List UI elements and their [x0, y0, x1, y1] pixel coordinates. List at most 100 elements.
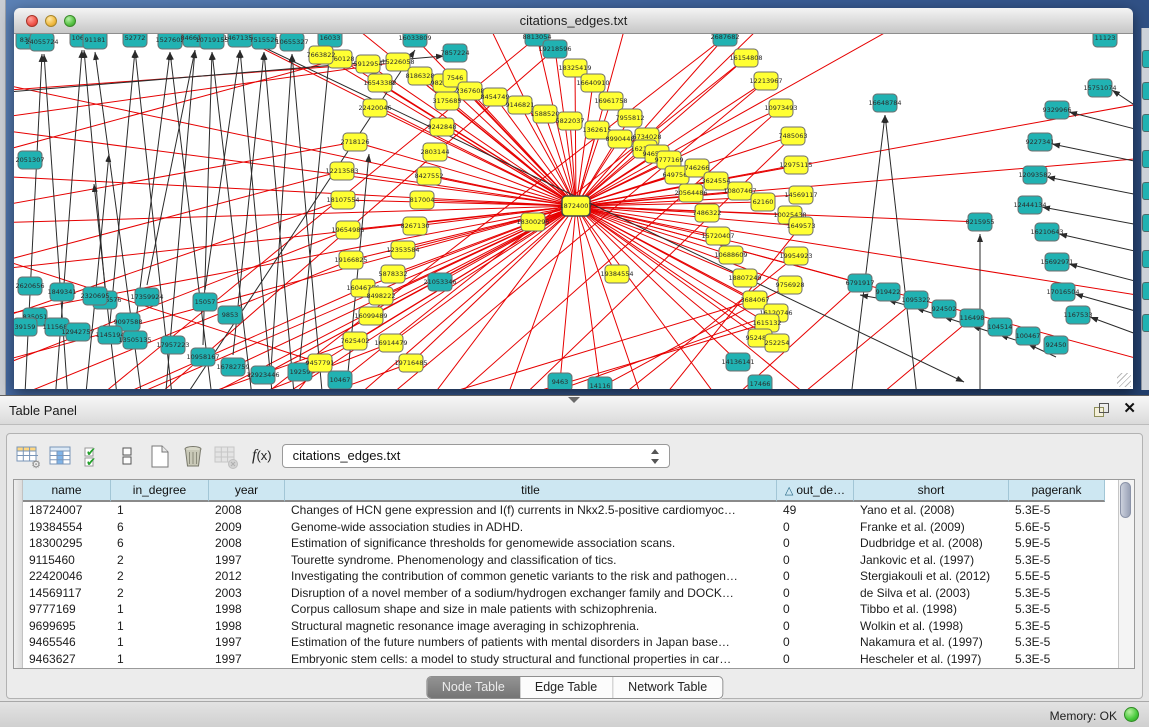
- table-cell[interactable]: 9777169: [23, 601, 111, 618]
- table-cell[interactable]: 5.5E-5: [1009, 568, 1105, 585]
- table-row[interactable]: 1938455462009Genome-wide association stu…: [23, 519, 1105, 536]
- table-row[interactable]: 946362711997Embryonic stem cells: a mode…: [23, 651, 1105, 668]
- table-row[interactable]: 2242004622012Investigating the contribut…: [23, 568, 1105, 585]
- column-header-pagerank[interactable]: pagerank: [1009, 480, 1105, 502]
- table-cell[interactable]: 9463627: [23, 651, 111, 668]
- table-row[interactable]: 969969511998Structural magnetic resonanc…: [23, 618, 1105, 635]
- table-cell[interactable]: 22420046: [23, 568, 111, 585]
- table-row[interactable]: 1872400712008Changes of HCN gene express…: [23, 502, 1105, 519]
- function-builder-button[interactable]: f(x): [252, 447, 272, 465]
- resize-grip[interactable]: [1117, 373, 1131, 387]
- tab-edge-table[interactable]: Edge Table: [520, 677, 612, 698]
- table-cell[interactable]: 5.3E-5: [1009, 585, 1105, 602]
- column-header-year[interactable]: year: [209, 480, 285, 502]
- select-columns-button[interactable]: ✔✔: [81, 443, 107, 469]
- table-cell[interactable]: 0: [777, 651, 854, 668]
- table-cell[interactable]: 1998: [209, 618, 285, 635]
- row-height-button[interactable]: [114, 443, 140, 469]
- table-cell[interactable]: Estimation of significance thresholds fo…: [285, 535, 777, 552]
- network-window[interactable]: citations_edges.txt 83502405572410655911…: [14, 8, 1133, 389]
- table-cell[interactable]: 5.9E-5: [1009, 535, 1105, 552]
- network-window-titlebar[interactable]: citations_edges.txt: [14, 8, 1133, 34]
- table-row[interactable]: 1456911722003Disruption of a novel membe…: [23, 585, 1105, 602]
- table-cell[interactable]: 14569117: [23, 585, 111, 602]
- table-cell[interactable]: 0: [777, 618, 854, 635]
- table-cell[interactable]: Franke et al. (2009): [854, 519, 1009, 536]
- table-cell[interactable]: 9115460: [23, 552, 111, 569]
- table-cell[interactable]: Changes of HCN gene expression and I(f) …: [285, 502, 777, 519]
- table-panel-header[interactable]: Table Panel ✕: [0, 396, 1149, 425]
- table-cell[interactable]: 5.6E-5: [1009, 519, 1105, 536]
- table-cell[interactable]: Stergiakouli et al. (2012): [854, 568, 1009, 585]
- table-cell[interactable]: 5.3E-5: [1009, 651, 1105, 668]
- table-settings-button[interactable]: ⚙: [15, 443, 41, 469]
- memory-status-indicator[interactable]: [1124, 707, 1139, 722]
- show-columns-button[interactable]: [48, 443, 74, 469]
- table-cell[interactable]: 19384554: [23, 519, 111, 536]
- column-header-title[interactable]: title: [285, 480, 777, 502]
- table-cell[interactable]: 1: [111, 618, 209, 635]
- table-cell[interactable]: Genome-wide association studies in ADHD.: [285, 519, 777, 536]
- table-cell[interactable]: 2008: [209, 535, 285, 552]
- table-cell[interactable]: 2: [111, 552, 209, 569]
- table-cell[interactable]: 1998: [209, 601, 285, 618]
- column-header-in-degree[interactable]: in_degree: [111, 480, 209, 502]
- table-cell[interactable]: 1: [111, 601, 209, 618]
- table-cell[interactable]: 5.3E-5: [1009, 634, 1105, 651]
- table-scrollbar-thumb[interactable]: [1120, 482, 1131, 518]
- table-cell[interactable]: Investigating the contribution of common…: [285, 568, 777, 585]
- table-cell[interactable]: 1997: [209, 552, 285, 569]
- table-cell[interactable]: 5.3E-5: [1009, 552, 1105, 569]
- table-cell[interactable]: 18724007: [23, 502, 111, 519]
- table-row[interactable]: 977716911998Corpus callosum shape and si…: [23, 601, 1105, 618]
- table-cell[interactable]: 2008: [209, 502, 285, 519]
- table-cell[interactable]: Tibbo et al. (1998): [854, 601, 1009, 618]
- table-cell[interactable]: 9465546: [23, 634, 111, 651]
- table-cell[interactable]: 5.3E-5: [1009, 502, 1105, 519]
- column-header-name[interactable]: name: [23, 480, 111, 502]
- table-cell[interactable]: 0: [777, 519, 854, 536]
- table-cell[interactable]: 0: [777, 568, 854, 585]
- tab-node-table[interactable]: Node Table: [427, 677, 520, 698]
- table-cell[interactable]: Yano et al. (2008): [854, 502, 1009, 519]
- table-cell[interactable]: 2: [111, 568, 209, 585]
- table-cell[interactable]: 2: [111, 585, 209, 602]
- splitter-handle[interactable]: [568, 397, 580, 403]
- table-select-dropdown[interactable]: citations_edges.txt: [282, 444, 670, 468]
- table-cell[interactable]: 1: [111, 651, 209, 668]
- table-cell[interactable]: Embryonic stem cells: a model to study s…: [285, 651, 777, 668]
- table-cell[interactable]: Corpus callosum shape and size in male p…: [285, 601, 777, 618]
- table-cell[interactable]: Jankovic et al. (1997): [854, 552, 1009, 569]
- table-row[interactable]: 1830029562008Estimation of significance …: [23, 535, 1105, 552]
- table-cell[interactable]: 49: [777, 502, 854, 519]
- float-panel-icon[interactable]: [1094, 403, 1109, 417]
- table-cell[interactable]: 0: [777, 535, 854, 552]
- network-canvas[interactable]: 8350240557241065591181527721527602846616…: [14, 34, 1133, 389]
- column-header-out-degree[interactable]: △out_de…: [777, 480, 854, 502]
- table-cell[interactable]: Wolkin et al. (1998): [854, 618, 1009, 635]
- table-cell[interactable]: Disruption of a novel member of a sodium…: [285, 585, 777, 602]
- column-header-short[interactable]: short: [854, 480, 1009, 502]
- table-cell[interactable]: 2003: [209, 585, 285, 602]
- table-scrollbar[interactable]: [1118, 480, 1134, 668]
- new-table-button[interactable]: [147, 443, 173, 469]
- table-cell[interactable]: Nakamura et al. (1997): [854, 634, 1009, 651]
- table-cell[interactable]: 6: [111, 519, 209, 536]
- table-cell[interactable]: 5.3E-5: [1009, 618, 1105, 635]
- table-cell[interactable]: 0: [777, 585, 854, 602]
- table-cell[interactable]: 2009: [209, 519, 285, 536]
- table-cell[interactable]: 18300295: [23, 535, 111, 552]
- table-cell[interactable]: Dudbridge et al. (2008): [854, 535, 1009, 552]
- close-panel-icon[interactable]: ✕: [1123, 401, 1136, 417]
- table-cell[interactable]: 0: [777, 601, 854, 618]
- table-row[interactable]: 911546021997Tourette syndrome. Phenomeno…: [23, 552, 1105, 569]
- tab-network-table[interactable]: Network Table: [612, 677, 722, 698]
- table-cell[interactable]: Estimation of the future numbers of pati…: [285, 634, 777, 651]
- table-cell[interactable]: Hescheler et al. (1997): [854, 651, 1009, 668]
- table-cell[interactable]: 2012: [209, 568, 285, 585]
- table-cell[interactable]: 1: [111, 502, 209, 519]
- table-cell[interactable]: de Silva et al. (2003): [854, 585, 1009, 602]
- table-cell[interactable]: 9699695: [23, 618, 111, 635]
- table-cell[interactable]: 1997: [209, 651, 285, 668]
- table-cell[interactable]: 1997: [209, 634, 285, 651]
